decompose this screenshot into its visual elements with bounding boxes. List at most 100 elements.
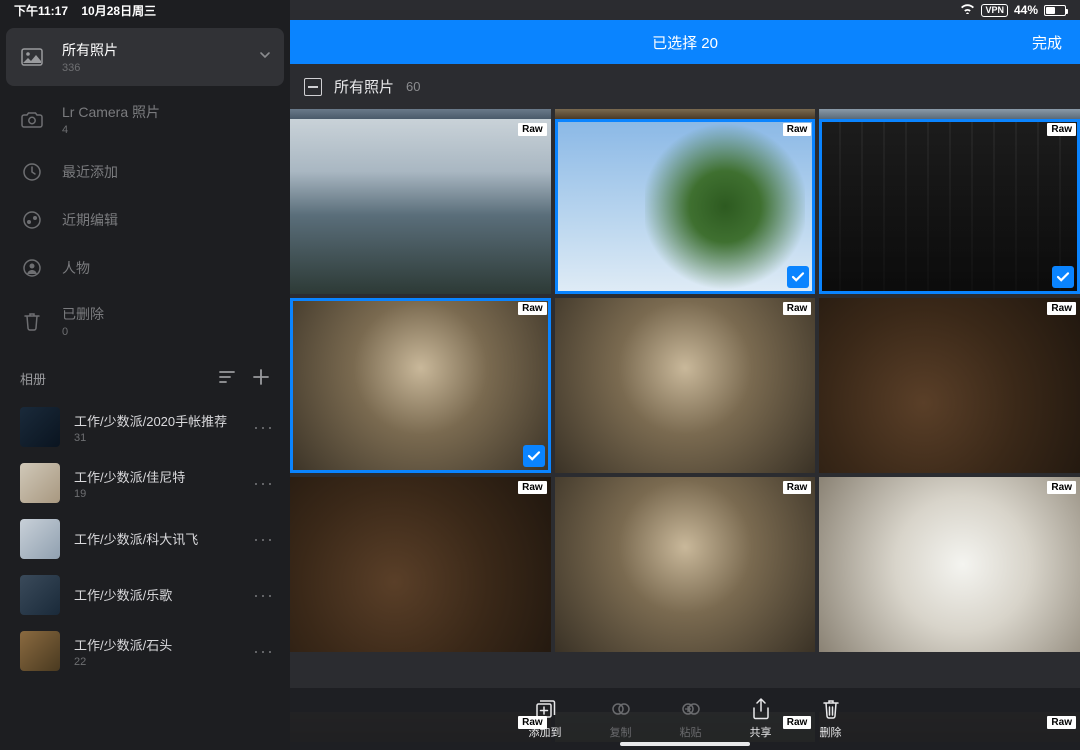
more-icon[interactable]: ··· — [253, 417, 274, 438]
album-title: 工作/少数派/石头 — [74, 635, 239, 654]
photo-cell[interactable]: Raw — [555, 119, 816, 294]
more-icon[interactable]: ··· — [253, 641, 274, 662]
raw-badge: Raw — [1047, 716, 1076, 729]
check-icon — [1052, 266, 1074, 288]
photo-cell[interactable]: Raw — [290, 298, 551, 473]
tool-label: 粘贴 — [680, 724, 702, 740]
status-time: 下午11:17 — [14, 4, 68, 18]
sidebar-item-lr-camera[interactable]: Lr Camera 照片 4 — [0, 90, 290, 148]
raw-badge: Raw — [783, 716, 812, 729]
sidebar-item-recently-added[interactable]: 最近添加 — [0, 148, 290, 196]
album-thumbnail — [20, 631, 60, 671]
done-button[interactable]: 完成 — [1032, 32, 1062, 53]
albums-header: 相册 — [0, 350, 290, 399]
more-icon[interactable]: ··· — [253, 585, 274, 606]
chevron-down-icon — [258, 48, 272, 67]
grid-count: 60 — [406, 79, 420, 94]
delete-icon — [820, 698, 842, 720]
main-content: 已选择 20 完成 所有照片 60 Raw Raw — [290, 0, 1080, 750]
album-row[interactable]: 工作/少数派/科大讯飞 ··· — [0, 511, 290, 567]
more-icon[interactable]: ··· — [253, 473, 274, 494]
raw-badge: Raw — [518, 123, 547, 136]
photo-sliver[interactable] — [819, 109, 1080, 119]
raw-badge: Raw — [783, 123, 812, 136]
photo-cell[interactable]: Raw — [819, 298, 1080, 473]
tool-label: 删除 — [820, 724, 842, 740]
album-title: 工作/少数派/乐歌 — [74, 585, 239, 604]
sidebar-item-recent-edits[interactable]: 近期编辑 — [0, 196, 290, 244]
sidebar-item-all-photos[interactable]: 所有照片 336 — [6, 28, 284, 86]
photo-grid-scroll[interactable]: Raw Raw Raw Raw Raw Raw — [290, 109, 1080, 750]
raw-badge: Raw — [518, 716, 547, 729]
album-thumbnail — [20, 575, 60, 615]
album-row[interactable]: 工作/少数派/2020手帐推荐31 ··· — [0, 399, 290, 455]
share-button[interactable]: 共享 — [750, 698, 772, 740]
sidebar-item-count: 0 — [62, 326, 278, 338]
raw-badge: Raw — [783, 302, 812, 315]
check-icon — [787, 266, 809, 288]
album-row[interactable]: 工作/少数派/石头 22 ··· — [0, 623, 290, 679]
sidebar-item-label: 所有照片 — [62, 40, 240, 60]
delete-button[interactable]: 删除 — [820, 698, 842, 740]
album-thumbnail — [20, 463, 60, 503]
battery-icon — [1044, 5, 1066, 16]
tool-label: 复制 — [610, 724, 632, 740]
status-date: 10月28日周三 — [81, 4, 156, 18]
album-title: 工作/少数派/2020手帐推荐 — [74, 411, 239, 430]
photo-cell[interactable]: Raw — [555, 298, 816, 473]
bottom-toolbar: 添加到 复制 粘贴 共享 — [290, 688, 1080, 750]
album-thumbnail — [20, 519, 60, 559]
photo-sliver[interactable] — [555, 109, 816, 119]
sort-icon[interactable] — [218, 370, 236, 387]
photo-cell[interactable]: Raw — [819, 119, 1080, 294]
sidebar: 所有照片 336 Lr Camera 照片 4 最近添加 — [0, 0, 290, 750]
sidebar-item-count: 336 — [62, 62, 240, 74]
edit-icon — [20, 208, 44, 232]
copy-button[interactable]: 复制 — [610, 698, 632, 740]
album-count: 22 — [74, 656, 239, 668]
camera-icon — [20, 107, 44, 131]
vpn-badge: VPN — [981, 4, 1008, 17]
sidebar-item-label: Lr Camera 照片 — [62, 102, 278, 122]
album-title: 工作/少数派/佳尼特 — [74, 467, 239, 486]
home-indicator[interactable] — [620, 742, 750, 746]
photo-sliver[interactable] — [290, 109, 551, 119]
copy-icon — [610, 698, 632, 720]
sidebar-item-label: 最近添加 — [62, 162, 278, 182]
sidebar-item-label: 已删除 — [62, 304, 278, 324]
albums-label: 相册 — [20, 369, 46, 388]
check-icon — [523, 445, 545, 467]
grid-header: 所有照片 60 — [290, 64, 1080, 109]
grid-title: 所有照片 — [334, 76, 394, 97]
trash-icon — [20, 309, 44, 333]
raw-badge: Raw — [1047, 481, 1076, 494]
deselect-all-icon[interactable] — [304, 78, 322, 96]
paste-button[interactable]: 粘贴 — [680, 698, 702, 740]
photo-cell[interactable]: Raw — [555, 477, 816, 652]
photo-cell[interactable]: Raw — [290, 119, 551, 294]
battery-percent: 44% — [1014, 3, 1038, 17]
sidebar-item-deleted[interactable]: 已删除 0 — [0, 292, 290, 350]
raw-badge: Raw — [783, 481, 812, 494]
status-bar: 下午11:17 10月28日周三 VPN 44% — [0, 0, 1080, 20]
selection-count: 已选择 20 — [652, 32, 718, 53]
raw-badge: Raw — [518, 481, 547, 494]
raw-badge: Raw — [518, 302, 547, 315]
photo-icon — [20, 45, 44, 69]
album-row[interactable]: 工作/少数派/乐歌 ··· — [0, 567, 290, 623]
add-album-icon[interactable] — [252, 368, 270, 389]
sidebar-item-people[interactable]: 人物 — [0, 244, 290, 292]
selection-bar: 已选择 20 完成 — [290, 20, 1080, 64]
album-row[interactable]: 工作/少数派/佳尼特 19 ··· — [0, 455, 290, 511]
paste-icon — [680, 698, 702, 720]
wifi-icon — [960, 3, 975, 17]
raw-badge: Raw — [1047, 123, 1076, 136]
album-title: 工作/少数派/科大讯飞 — [74, 529, 239, 548]
more-icon[interactable]: ··· — [253, 529, 274, 550]
clock-icon — [20, 160, 44, 184]
photo-cell[interactable]: Raw — [819, 477, 1080, 652]
person-icon — [20, 256, 44, 280]
sidebar-item-count: 4 — [62, 124, 278, 136]
photo-cell[interactable]: Raw — [290, 477, 551, 652]
album-count: 19 — [74, 488, 239, 500]
